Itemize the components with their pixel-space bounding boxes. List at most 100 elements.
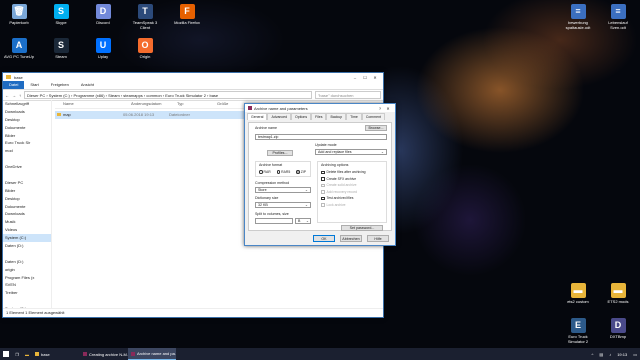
desktop-shortcut[interactable]: S Skype	[44, 4, 78, 26]
file-name-text: map	[63, 112, 71, 117]
dialog-tab[interactable]: Files	[311, 113, 327, 120]
nav-item[interactable]: System (C:)	[3, 234, 51, 243]
desktop-shortcut[interactable]: ▬ ets2 custom	[561, 283, 595, 305]
steam-icon: S	[53, 38, 69, 53]
set-password-button[interactable]: Set password...	[341, 225, 383, 231]
explorer-titlebar[interactable]: base – ☐ ✕	[3, 73, 383, 81]
format-radio[interactable]: ZIP	[296, 170, 306, 174]
nav-item[interactable]	[3, 250, 51, 258]
dialog-tab[interactable]: Options	[291, 113, 312, 120]
column-type[interactable]: Typ	[177, 100, 217, 108]
nav-item[interactable]	[3, 155, 51, 163]
minimize-icon[interactable]: –	[350, 75, 360, 80]
clock[interactable]: 19:13	[614, 348, 630, 360]
close-icon[interactable]: ✕	[370, 75, 380, 80]
tray-arrow-icon[interactable]: ^	[589, 348, 597, 360]
nav-item[interactable]: Treiber	[3, 289, 51, 297]
ribbon-tab[interactable]: Ansicht	[75, 81, 100, 89]
compression-select[interactable]: Store ⌄	[255, 187, 311, 193]
volume-icon[interactable]: ♪	[606, 348, 614, 360]
desktop-shortcut[interactable]: ≡ Lebenslauf Sven.odt	[601, 4, 635, 30]
taskbar-window-button[interactable]: Archive name and pa...	[128, 348, 176, 360]
search-input[interactable]: "base" durchsuchen	[315, 91, 381, 99]
nav-item[interactable]: mod	[3, 147, 51, 155]
maximize-icon[interactable]: ☐	[360, 75, 370, 80]
nav-item[interactable]: Videos	[3, 226, 51, 234]
column-size[interactable]: Größe	[217, 100, 247, 108]
taskbar-folder-icon[interactable]: ▬	[22, 348, 32, 360]
column-name[interactable]: Name	[55, 100, 131, 108]
nav-item[interactable]	[3, 171, 51, 179]
archive-name-field[interactable]: testmap1.zip	[255, 134, 387, 140]
nav-item[interactable]: Dokumente	[3, 124, 51, 132]
nav-item[interactable]: Dokumente	[3, 203, 51, 211]
desktop-shortcut[interactable]: D Discord	[86, 4, 120, 26]
desktop-shortcut[interactable]: 🗑 Papierkorb	[2, 4, 36, 26]
address-bar[interactable]: Dieser PC › System (C:) › Programme (x86…	[24, 91, 312, 99]
desktop-shortcut[interactable]: O Origin	[128, 38, 162, 60]
desktop-shortcut[interactable]: F Mozilla Firefox	[170, 4, 204, 26]
forward-arrow-icon[interactable]: →	[12, 93, 16, 98]
nav-item[interactable]: SVEN	[3, 281, 51, 289]
nav-item[interactable]: Downloads	[3, 108, 51, 116]
nav-item[interactable]: Euro Truck Sir	[3, 139, 51, 147]
desktop-shortcut[interactable]: A AVG PC TuneUp	[2, 38, 36, 60]
update-mode-select[interactable]: Add and replace files ⌄	[315, 149, 387, 155]
desktop-shortcut[interactable]: E Euro Truck Simulator 2	[561, 318, 595, 344]
profiles-button[interactable]: Profiles...	[267, 150, 293, 156]
ribbon-tab[interactable]: Start	[24, 81, 44, 89]
nav-item[interactable]: Desktop	[3, 195, 51, 203]
dialog-titlebar[interactable]: Archive name and parameters ? ✕	[245, 104, 395, 112]
column-date[interactable]: Änderungsdatum	[131, 100, 177, 108]
nav-item[interactable]: Bilder	[3, 132, 51, 140]
dialog-tab[interactable]: Backup	[326, 113, 347, 120]
compression-value: Store	[258, 188, 267, 192]
skype-icon: S	[53, 4, 69, 19]
format-radio[interactable]: RAR5	[276, 170, 290, 174]
desktop-shortcut[interactable]: U Uplay	[86, 38, 120, 60]
desktop-shortcut[interactable]: D DXTBmp	[601, 318, 635, 340]
nav-item[interactable]: Schnellzugriff	[3, 100, 51, 108]
split-unit-select[interactable]: B ⌄	[295, 218, 311, 224]
ok-button[interactable]: OK	[313, 235, 335, 242]
nav-item[interactable]	[3, 297, 51, 305]
format-radio[interactable]: RAR	[259, 170, 271, 174]
desktop-shortcut[interactable]: T TeamSpeak 3 Client	[128, 4, 162, 30]
nav-item[interactable]: Downloads	[3, 210, 51, 218]
back-arrow-icon[interactable]: ←	[5, 93, 9, 98]
dialog-tab[interactable]: Advanced	[267, 113, 292, 120]
help-button[interactable]: Hilfe	[367, 235, 389, 242]
dictionary-size-label: Dictionary size	[255, 196, 279, 200]
cancel-button[interactable]: Abbrechen	[340, 235, 362, 242]
desktop-shortcut[interactable]: S Steam	[44, 38, 78, 60]
nav-item[interactable]: Program Files (x	[3, 274, 51, 282]
start-button[interactable]	[0, 348, 12, 360]
nav-item[interactable]: Dieser PC	[3, 179, 51, 187]
network-icon[interactable]: ▤	[596, 348, 606, 360]
notifications-icon[interactable]: ▭	[630, 348, 640, 360]
taskbar-window-button[interactable]: base	[32, 348, 80, 360]
desktop-shortcut[interactable]: ▬ ETS2 mods	[601, 283, 635, 305]
nav-item[interactable]: Daten (D:)	[3, 242, 51, 250]
up-arrow-icon[interactable]: ↑	[19, 93, 21, 98]
nav-item[interactable]: Bilder	[3, 187, 51, 195]
browse-button[interactable]: Browse...	[365, 125, 387, 131]
dictionary-size-select[interactable]: 32 KB ⌄	[255, 202, 311, 208]
dialog-tab[interactable]: General	[247, 113, 268, 120]
nav-item[interactable]: Musik	[3, 218, 51, 226]
ribbon-tab[interactable]: Datei	[3, 81, 25, 89]
split-volumes-field[interactable]	[255, 218, 293, 224]
help-icon[interactable]: ?	[376, 106, 384, 111]
dialog-tab[interactable]: Time	[346, 113, 362, 120]
task-view-icon[interactable]: ❐	[12, 348, 22, 360]
taskbar-window-button[interactable]: Creating archive N-M...	[80, 348, 128, 360]
close-icon[interactable]: ✕	[384, 106, 392, 111]
desktop-shortcut[interactable]: ≡ bewerbung spaltausle.odt	[561, 4, 595, 30]
nav-item[interactable]: origin	[3, 266, 51, 274]
nav-item[interactable]: OneDrive	[3, 163, 51, 171]
nav-item[interactable]: Desktop	[3, 116, 51, 124]
ribbon-tab[interactable]: Freigeben	[45, 81, 75, 89]
dialog-tab[interactable]: Comment	[361, 113, 385, 120]
desktop-shortcut-label: Papierkorb	[9, 20, 29, 25]
nav-item[interactable]: Daten (D:)	[3, 258, 51, 266]
